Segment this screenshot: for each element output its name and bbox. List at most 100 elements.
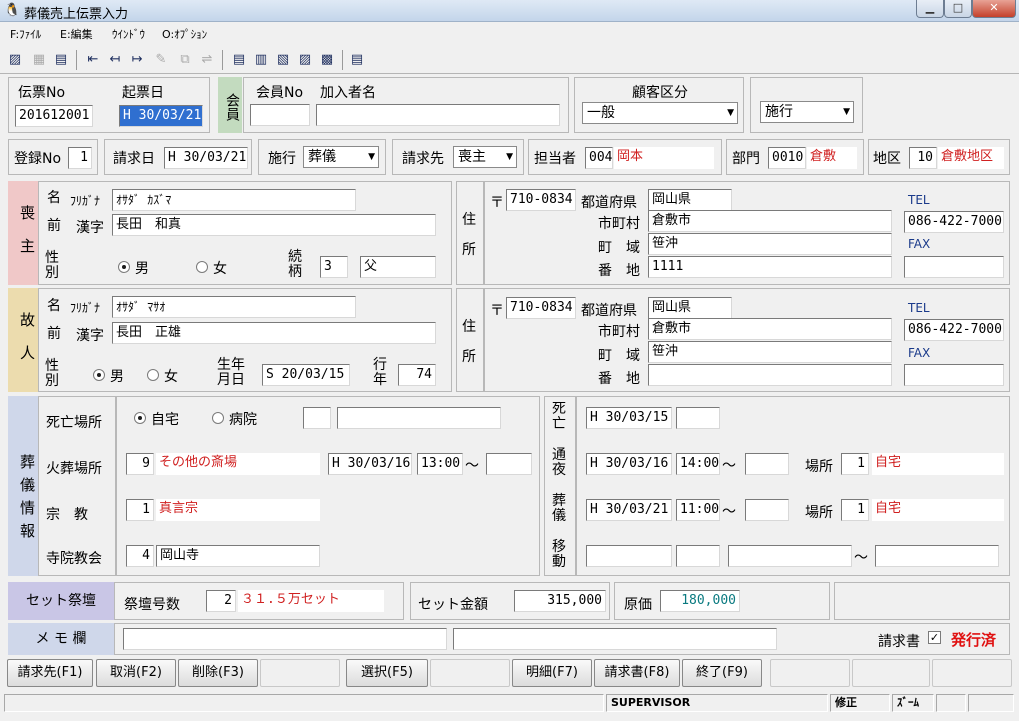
menu-window[interactable]: ｳｲﾝﾄﾞｳ <box>112 26 145 42</box>
funeral-place-code[interactable]: 1 <box>841 499 869 521</box>
invoice-f8-button[interactable]: 請求書(F8) <box>594 659 680 687</box>
death-place-name[interactable] <box>337 407 501 429</box>
mourner-pref-field[interactable]: 岡山県 <box>648 189 732 211</box>
print-icon[interactable]: ▩ <box>318 51 336 69</box>
deceased-postal-field[interactable]: 710-0834 <box>506 297 576 319</box>
memo-field-2[interactable] <box>453 628 777 650</box>
menu-edit[interactable]: E:編集 <box>60 26 93 42</box>
amount-field[interactable]: 315,000 <box>514 590 606 612</box>
delete-f3-button[interactable]: 削除(F3) <box>178 659 258 687</box>
deceased-kana-field[interactable]: ｵｻﾀﾞ ﾏｻｵ <box>112 296 356 318</box>
mourner-area-field[interactable]: 笹沖 <box>648 233 892 255</box>
deceased-fax-field[interactable] <box>904 364 1004 386</box>
customer-type-select[interactable]: 一般 ▼ <box>582 102 738 124</box>
move-time[interactable] <box>676 545 720 567</box>
f10-button[interactable] <box>770 659 850 687</box>
mourner-relation-code[interactable]: 3 <box>320 256 348 278</box>
staff-code-field[interactable]: 004 <box>585 147 613 169</box>
cremation-code[interactable]: 9 <box>126 453 154 475</box>
cremation-date[interactable]: H 30/03/16 <box>328 453 412 475</box>
cost-field[interactable]: 180,000 <box>660 590 740 612</box>
member-no-field[interactable] <box>250 104 310 126</box>
mourner-kanji-field[interactable]: 長田 和真 <box>112 214 436 236</box>
cancel-f2-button[interactable]: 取消(F2) <box>96 659 176 687</box>
date-field[interactable]: H 30/03/21 <box>119 105 203 127</box>
f12-button[interactable] <box>932 659 1012 687</box>
deceased-area-field[interactable]: 笹沖 <box>648 341 892 363</box>
wake-time[interactable]: 14:00 <box>676 453 720 475</box>
home-radio[interactable] <box>134 412 146 424</box>
move-to[interactable] <box>875 545 999 567</box>
mourner-relation-field[interactable]: 父 <box>360 256 436 278</box>
subscriber-field[interactable] <box>316 104 560 126</box>
death-time[interactable] <box>676 407 720 429</box>
minimize-button[interactable]: ▁ <box>916 0 944 18</box>
cremation-time[interactable]: 13:00 <box>417 453 463 475</box>
move-date[interactable] <box>586 545 672 567</box>
sort-icon[interactable]: ▥ <box>252 51 270 69</box>
mourner-kana-field[interactable]: ｵｻﾀﾞ ｶｽﾞﾏ <box>112 189 356 211</box>
deceased-male-radio[interactable] <box>93 369 105 381</box>
religion-code[interactable]: 1 <box>126 499 154 521</box>
deceased-female-radio[interactable] <box>147 369 159 381</box>
mourner-city-field[interactable]: 倉敷市 <box>648 210 892 232</box>
exit-f9-button[interactable]: 終了(F9) <box>682 659 762 687</box>
temple-code[interactable]: 4 <box>126 545 154 567</box>
slip-no-field[interactable]: 201612001 <box>15 105 93 127</box>
deceased-age-field[interactable]: 74 <box>398 364 436 386</box>
altar-code[interactable]: 2 <box>206 590 236 612</box>
temple-name[interactable]: 岡山寺 <box>156 545 320 567</box>
deceased-birth-field[interactable]: S 20/03/15 <box>262 364 350 386</box>
wake-date[interactable]: H 30/03/16 <box>586 453 672 475</box>
area-code-field[interactable]: 10 <box>909 147 937 169</box>
funeral-date[interactable]: H 30/03/21 <box>586 499 672 521</box>
death-place-code[interactable] <box>303 407 331 429</box>
mourner-block-field[interactable]: 1111 <box>648 256 892 278</box>
move-from[interactable] <box>728 545 852 567</box>
reg-no-field[interactable]: 1 <box>68 147 92 169</box>
funeral-time[interactable]: 11:00 <box>676 499 720 521</box>
filter-icon[interactable]: ▧ <box>274 51 292 69</box>
death-date[interactable]: H 30/03/15 <box>586 407 672 429</box>
funeral-end-time[interactable] <box>745 499 789 521</box>
f6-button[interactable] <box>430 659 510 687</box>
prev-record-icon[interactable]: ↤ <box>106 51 124 69</box>
hospital-radio[interactable] <box>212 412 224 424</box>
deceased-city-field[interactable]: 倉敷市 <box>648 318 892 340</box>
billing-to-select[interactable]: 喪主 ▼ <box>453 146 517 168</box>
deceased-pref-field[interactable]: 岡山県 <box>648 297 732 319</box>
billing-date-field[interactable]: H 30/03/21 <box>164 147 248 169</box>
menu-option[interactable]: O:ｵﾌﾟｼｮﾝ <box>162 26 207 42</box>
execution-type-select[interactable]: 葬儀 ▼ <box>303 146 379 168</box>
cremation-end-time[interactable] <box>486 453 532 475</box>
f4-button[interactable] <box>260 659 340 687</box>
select-f5-button[interactable]: 選択(F5) <box>346 659 428 687</box>
mourner-tel-field[interactable]: 086-422-7000 <box>904 211 1004 233</box>
mourner-fax-field[interactable] <box>904 256 1004 278</box>
list-icon[interactable]: ▤ <box>52 51 70 69</box>
dept-code-field[interactable]: 0010 <box>768 147 806 169</box>
deceased-kanji-field[interactable]: 長田 正雄 <box>112 322 436 344</box>
deceased-block-field[interactable] <box>648 364 892 386</box>
f11-button[interactable] <box>852 659 930 687</box>
execution-select[interactable]: 施行 ▼ <box>760 101 854 123</box>
mourner-postal-field[interactable]: 710-0834 <box>506 189 576 211</box>
next-record-icon[interactable]: ↦ <box>128 51 146 69</box>
mourner-male-radio[interactable] <box>118 261 130 273</box>
invoice-checkbox[interactable]: ✓ <box>928 631 941 644</box>
wake-end-time[interactable] <box>745 453 789 475</box>
menu-file[interactable]: F:ﾌｧｲﾙ <box>10 26 41 42</box>
export-icon[interactable]: ▤ <box>348 51 366 69</box>
report-icon[interactable]: ▨ <box>296 51 314 69</box>
sheet-icon[interactable]: ▤ <box>230 51 248 69</box>
first-record-icon[interactable]: ⇤ <box>84 51 102 69</box>
maximize-button[interactable]: □ <box>944 0 972 18</box>
billing-to-f1-button[interactable]: 請求先(F1) <box>7 659 93 687</box>
mourner-female-radio[interactable] <box>196 261 208 273</box>
wake-place-code[interactable]: 1 <box>841 453 869 475</box>
detail-f7-button[interactable]: 明細(F7) <box>512 659 592 687</box>
deceased-tel-field[interactable]: 086-422-7000 <box>904 319 1004 341</box>
memo-field-1[interactable] <box>123 628 447 650</box>
close-button[interactable]: ✕ <box>972 0 1016 18</box>
new-icon[interactable]: ▨ <box>6 51 24 69</box>
